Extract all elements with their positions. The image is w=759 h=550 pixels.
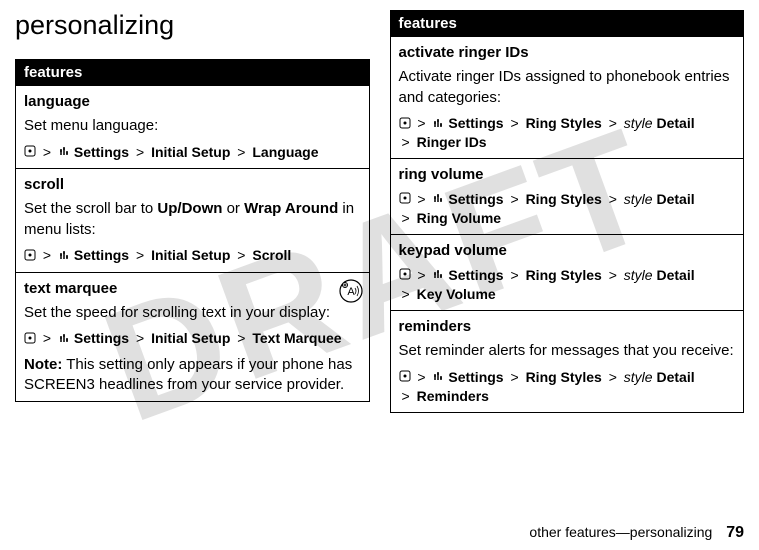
center-key-icon [399, 115, 411, 134]
settings-icon [58, 247, 70, 266]
path-settings: Settings [448, 369, 503, 385]
feature-desc: Set the speed for scrolling text in your… [24, 303, 361, 323]
feature-name: activate ringer IDs [399, 43, 736, 63]
feature-name: reminders [399, 317, 736, 337]
feature-note: Note: This setting only appears if your … [24, 355, 361, 396]
left-column: personalizing features language Set menu… [15, 10, 370, 413]
path-key-volume: Key Volume [417, 286, 496, 302]
path-settings: Settings [74, 330, 129, 346]
settings-icon [58, 330, 70, 349]
feature-name: language [24, 92, 361, 112]
settings-icon [58, 143, 70, 162]
feature-cell-reminders: reminders Set reminder alerts for messag… [390, 311, 744, 413]
feature-desc: Set reminder alerts for messages that yo… [399, 341, 736, 361]
feature-cell-ring-volume: ring volume > Settings > Ring Styles > s… [390, 159, 744, 235]
menu-path: > Settings > Initial Setup > Language [24, 143, 361, 163]
path-ringer-ids: Ringer IDs [417, 134, 487, 150]
feature-cell-keypad-volume: keypad volume > Settings > Ring Styles >… [390, 235, 744, 311]
path-ring-volume: Ring Volume [417, 210, 502, 226]
path-detail: Detail [656, 191, 694, 207]
text: or [222, 200, 244, 217]
features-table-left: features language Set menu language: > S… [15, 59, 370, 402]
center-key-icon [399, 190, 411, 209]
path-ring-styles: Ring Styles [526, 267, 602, 283]
menu-path: > Settings > Initial Setup > Text Marque… [24, 329, 361, 349]
note-text: This setting only appears if your phone … [24, 356, 352, 393]
feature-desc: Activate ringer IDs assigned to phoneboo… [399, 67, 736, 108]
path-style: style [624, 115, 653, 131]
menu-path: > Settings > Ring Styles > style Detail … [399, 266, 736, 305]
center-key-icon [399, 368, 411, 387]
center-key-icon [399, 266, 411, 285]
menu-path: > Settings > Ring Styles > style Detail … [399, 114, 736, 153]
path-detail: Detail [656, 369, 694, 385]
feature-cell-activate-ringer-ids: activate ringer IDs Activate ringer IDs … [390, 37, 744, 159]
center-key-icon [24, 143, 36, 162]
path-initial-setup: Initial Setup [151, 247, 230, 263]
page-title: personalizing [15, 10, 370, 41]
features-table-right: features activate ringer IDs Activate ri… [390, 10, 745, 413]
path-language: Language [252, 144, 318, 160]
feature-name: scroll [24, 175, 361, 195]
table-header: features [390, 11, 744, 37]
path-style: style [624, 267, 653, 283]
feature-desc: Set menu language: [24, 116, 361, 136]
feature-desc: Set the scroll bar to Up/Down or Wrap Ar… [24, 199, 361, 240]
path-style: style [624, 369, 653, 385]
footer-text: other features—personalizing [529, 524, 712, 540]
path-style: style [624, 191, 653, 207]
feature-name: text marquee [24, 279, 361, 299]
settings-icon [432, 368, 444, 387]
path-detail: Detail [656, 115, 694, 131]
settings-icon [432, 190, 444, 209]
table-header: features [16, 60, 370, 86]
wraparound-label: Wrap Around [244, 200, 338, 217]
center-key-icon [24, 330, 36, 349]
path-initial-setup: Initial Setup [151, 330, 230, 346]
path-initial-setup: Initial Setup [151, 144, 230, 160]
menu-path: > Settings > Initial Setup > Scroll [24, 246, 361, 266]
settings-icon [432, 266, 444, 285]
menu-path: > Settings > Ring Styles > style Detail … [399, 368, 736, 407]
path-text-marquee: Text Marquee [252, 330, 341, 346]
svg-text:A: A [347, 286, 355, 298]
path-ring-styles: Ring Styles [526, 191, 602, 207]
feature-cell-text-marquee: A text marquee Set the speed for scrolli… [16, 272, 370, 402]
path-settings: Settings [74, 247, 129, 263]
path-reminders: Reminders [417, 388, 489, 404]
page-footer: other features—personalizing 79 [529, 524, 744, 542]
path-settings: Settings [448, 191, 503, 207]
network-feature-icon: A [339, 279, 363, 309]
center-key-icon [24, 247, 36, 266]
text: Set the scroll bar to [24, 200, 157, 217]
feature-cell-scroll: scroll Set the scroll bar to Up/Down or … [16, 169, 370, 272]
right-column: features activate ringer IDs Activate ri… [390, 10, 745, 413]
menu-path: > Settings > Ring Styles > style Detail … [399, 190, 736, 229]
page-content: personalizing features language Set menu… [0, 0, 759, 413]
path-settings: Settings [448, 115, 503, 131]
path-ring-styles: Ring Styles [526, 115, 602, 131]
path-settings: Settings [74, 144, 129, 160]
feature-cell-language: language Set menu language: > Settings >… [16, 86, 370, 169]
path-detail: Detail [656, 267, 694, 283]
feature-name: keypad volume [399, 241, 736, 261]
updown-label: Up/Down [157, 200, 222, 217]
settings-icon [432, 115, 444, 134]
feature-name: ring volume [399, 165, 736, 185]
path-ring-styles: Ring Styles [526, 369, 602, 385]
note-label: Note: [24, 356, 62, 373]
path-settings: Settings [448, 267, 503, 283]
path-scroll: Scroll [252, 247, 291, 263]
page-number: 79 [726, 524, 744, 541]
